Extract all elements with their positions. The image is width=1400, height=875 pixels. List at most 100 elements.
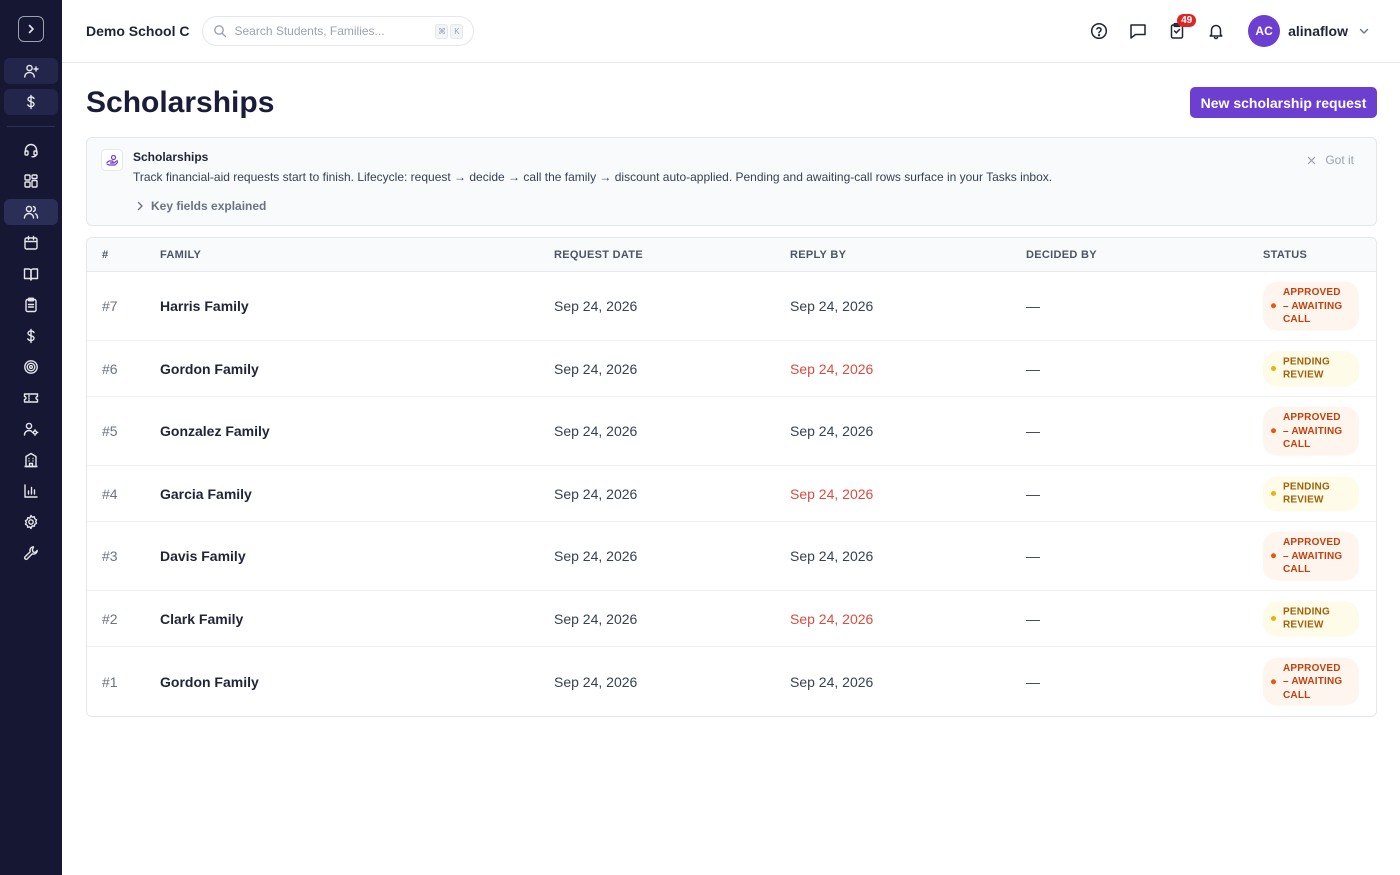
sidebar-item-courses[interactable] — [4, 261, 58, 287]
family-name[interactable]: Davis Family — [160, 548, 246, 564]
status-badge: PENDING REVIEW — [1263, 601, 1359, 636]
top-actions: 49 — [1070, 14, 1226, 41]
calendar-icon — [24, 235, 38, 250]
table-row[interactable]: #5 Gonzalez Family Sep 24, 2026 Sep 24, … — [87, 397, 1376, 466]
reply-by-date: Sep 24, 2026 — [790, 610, 874, 627]
reply-by-date: Sep 24, 2026 — [790, 548, 874, 564]
sidebar-item-settings[interactable] — [4, 509, 58, 535]
sidebar-item-tickets[interactable] — [4, 385, 58, 411]
chevron-right-icon — [137, 201, 143, 211]
sidebar-item-finance[interactable] — [4, 323, 58, 349]
family-name[interactable]: Gordon Family — [160, 361, 259, 377]
chevron-right-icon — [28, 24, 34, 34]
new-scholarship-request-button[interactable]: New scholarship request — [1190, 87, 1377, 118]
info-panel-icon-box — [101, 149, 123, 171]
grid-icon — [24, 174, 38, 188]
decided-by: — — [1026, 298, 1040, 314]
column-header-decided-by[interactable]: DECIDED BY — [1026, 249, 1097, 261]
table-header: # FAMILY REQUEST DATE REPLY BY DECIDED B… — [87, 238, 1376, 272]
got-it-button[interactable]: Got it — [1307, 153, 1354, 167]
column-header-request-date[interactable]: REQUEST DATE — [554, 249, 643, 261]
close-icon — [1308, 156, 1316, 164]
notifications-button[interactable] — [1206, 21, 1226, 41]
reply-by-date: Sep 24, 2026 — [790, 673, 874, 690]
scholarships-table: # FAMILY REQUEST DATE REPLY BY DECIDED B… — [86, 237, 1377, 717]
key-fields-label: Key fields explained — [151, 199, 267, 213]
target-icon — [24, 360, 38, 374]
column-header-reply-by[interactable]: REPLY BY — [790, 249, 846, 261]
top-bar: Demo School C ⌘ K 49 AC alinaflow — [62, 0, 1400, 63]
key-fields-toggle[interactable]: Key fields explained — [135, 199, 266, 213]
username: alinaflow — [1288, 23, 1348, 39]
sidebar-item-families[interactable] — [4, 199, 58, 225]
search-input[interactable] — [234, 24, 425, 38]
sidebar-item-reports[interactable] — [4, 478, 58, 504]
reply-by-date: Sep 24, 2026 — [790, 485, 874, 502]
book-open-icon — [23, 268, 39, 281]
chevron-down-icon — [1359, 28, 1369, 34]
column-header-family[interactable]: FAMILY — [160, 249, 201, 261]
table-row[interactable]: #2 Clark Family Sep 24, 2026 Sep 24, 202… — [87, 591, 1376, 647]
decided-by: — — [1026, 548, 1040, 564]
dollar-icon — [27, 328, 35, 344]
decided-by: — — [1026, 610, 1040, 627]
help-button[interactable] — [1089, 21, 1109, 41]
status-badge: PENDING REVIEW — [1263, 351, 1359, 386]
bar-chart-icon — [24, 484, 38, 498]
search-box[interactable]: ⌘ K — [202, 16, 475, 46]
family-name[interactable]: Clark Family — [160, 611, 243, 627]
request-date: Sep 24, 2026 — [554, 298, 638, 314]
user-menu[interactable]: AC alinaflow — [1248, 15, 1370, 47]
sidebar-expand-button[interactable] — [18, 16, 44, 42]
sidebar-item-calendar[interactable] — [4, 230, 58, 256]
family-name[interactable]: Garcia Family — [160, 486, 252, 502]
sidebar-item-add-user[interactable] — [4, 58, 58, 84]
sidebar-item-tools[interactable] — [4, 540, 58, 566]
sidebar-item-goals[interactable] — [4, 354, 58, 380]
status-badge: PENDING REVIEW — [1263, 476, 1359, 511]
table-row[interactable]: #6 Gordon Family Sep 24, 2026 Sep 24, 20… — [87, 341, 1376, 397]
kbd-command: ⌘ — [435, 23, 449, 39]
user-cog-icon — [23, 422, 39, 436]
column-header-number[interactable]: # — [102, 249, 108, 261]
building-icon — [24, 452, 38, 468]
table-row[interactable]: #7 Harris Family Sep 24, 2026 Sep 24, 20… — [87, 272, 1376, 341]
request-date: Sep 24, 2026 — [554, 360, 638, 377]
table-row[interactable]: #3 Davis Family Sep 24, 2026 Sep 24, 202… — [87, 522, 1376, 591]
table-row[interactable]: #4 Garcia Family Sep 24, 2026 Sep 24, 20… — [87, 466, 1376, 522]
row-number: #7 — [102, 298, 118, 314]
clipboard-icon — [25, 297, 37, 313]
search-icon — [214, 25, 227, 38]
status-badge: APPROVED – AWAITING CALL — [1263, 281, 1359, 331]
sidebar-item-staff[interactable] — [4, 416, 58, 442]
school-name[interactable]: Demo School C — [86, 23, 189, 39]
sidebar-item-dashboard[interactable] — [4, 168, 58, 194]
wrench-icon — [24, 546, 38, 560]
sidebar-item-school[interactable] — [4, 447, 58, 473]
sidebar-item-billing[interactable] — [4, 89, 58, 115]
info-panel-text: Track financial-aid requests start to fi… — [133, 170, 1053, 184]
sidebar-item-tasks[interactable] — [4, 292, 58, 318]
page-title: Scholarships — [86, 86, 275, 119]
user-plus-icon — [24, 64, 39, 78]
column-header-status[interactable]: STATUS — [1263, 249, 1307, 261]
row-number: #2 — [102, 610, 118, 627]
request-date: Sep 24, 2026 — [554, 485, 638, 502]
kbd-k: K — [450, 23, 464, 39]
reply-by-date: Sep 24, 2026 — [790, 360, 874, 377]
family-name[interactable]: Gonzalez Family — [160, 423, 270, 439]
tasks-inbox-button[interactable]: 49 — [1167, 14, 1197, 41]
family-name[interactable]: Harris Family — [160, 298, 249, 314]
sidebar-item-support[interactable] — [4, 137, 58, 163]
request-date: Sep 24, 2026 — [554, 673, 638, 690]
messages-button[interactable] — [1128, 21, 1148, 41]
row-number: #5 — [102, 423, 118, 439]
row-number: #6 — [102, 360, 118, 377]
table-row[interactable]: #1 Gordon Family Sep 24, 2026 Sep 24, 20… — [87, 647, 1376, 716]
family-name[interactable]: Gordon Family — [160, 674, 259, 690]
status-badge: APPROVED – AWAITING CALL — [1263, 531, 1359, 581]
status-badge: APPROVED – AWAITING CALL — [1263, 406, 1359, 456]
tasks-count-badge: 49 — [1177, 14, 1197, 27]
decided-by: — — [1026, 485, 1040, 502]
request-date: Sep 24, 2026 — [554, 610, 638, 627]
